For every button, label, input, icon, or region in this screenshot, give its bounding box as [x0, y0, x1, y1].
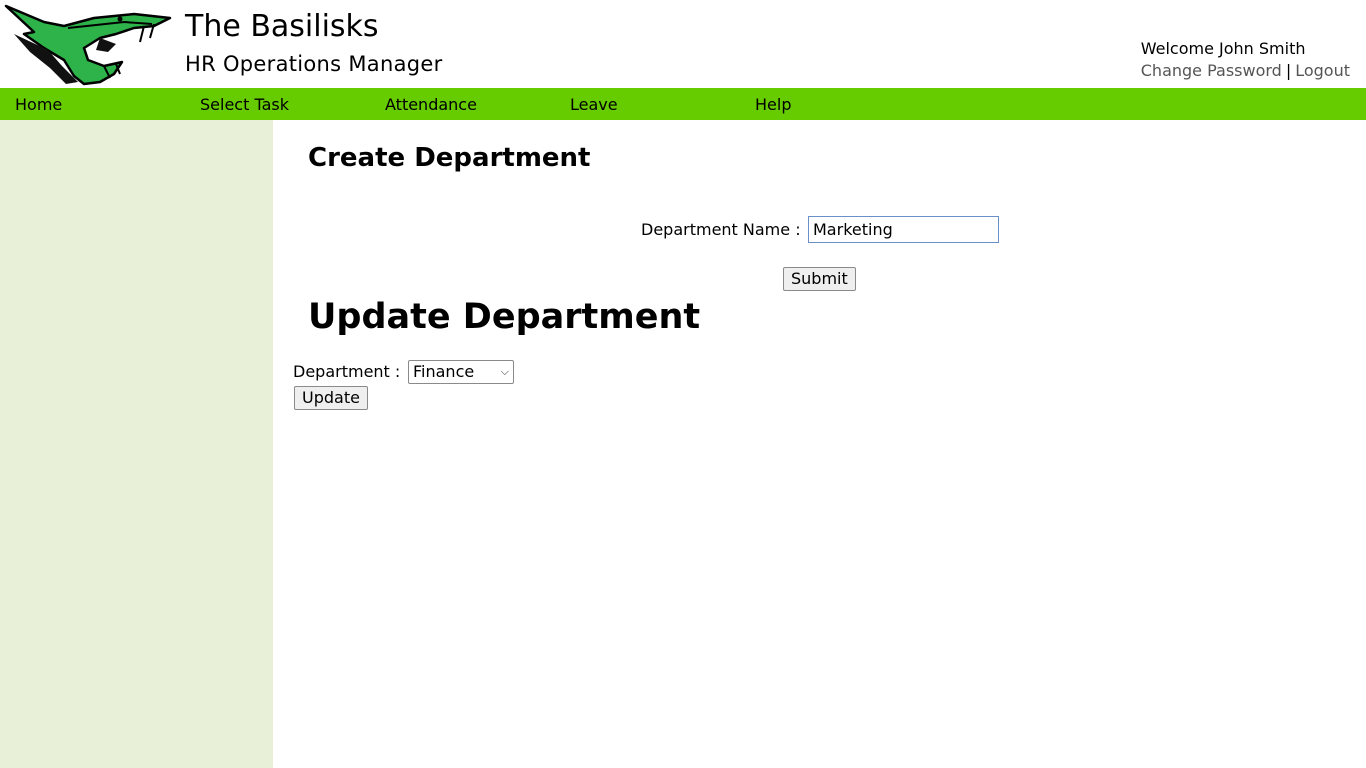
department-name-input[interactable]	[808, 216, 999, 243]
department-select-value: Finance	[413, 362, 475, 381]
chevron-down-icon: ⌵	[500, 365, 509, 378]
nav-item-home[interactable]: Home	[15, 88, 62, 120]
update-department-title: Update Department	[308, 297, 701, 337]
basilisk-logo-icon	[4, 4, 172, 86]
create-department-title: Create Department	[308, 143, 591, 173]
submit-button[interactable]: Submit	[783, 267, 856, 291]
header: The Basilisks HR Operations Manager Welc…	[0, 0, 1366, 88]
nav-item-leave[interactable]: Leave	[570, 88, 618, 120]
logout-link[interactable]: Logout	[1295, 61, 1350, 80]
update-button[interactable]: Update	[294, 386, 368, 410]
department-select[interactable]: Finance ⌵	[408, 360, 514, 384]
main-content: Create Department Department Name : Subm…	[273, 120, 1366, 768]
nav-item-help[interactable]: Help	[755, 88, 791, 120]
nav-item-attendance[interactable]: Attendance	[385, 88, 477, 120]
welcome-text: Welcome John Smith	[1140, 39, 1306, 58]
app-subtitle: HR Operations Manager	[185, 52, 443, 76]
user-box: Welcome John Smith Change Password | Logou…	[1141, 39, 1350, 82]
link-separator: |	[1285, 61, 1292, 80]
change-password-link[interactable]: Change Password	[1141, 61, 1282, 80]
nav-bar: Home Select Task Attendance Leave Help	[0, 88, 1366, 120]
department-name-label: Department Name :	[641, 220, 801, 239]
app-title: The Basilisks	[185, 9, 379, 44]
sidebar	[0, 120, 273, 768]
nav-item-select-task[interactable]: Select Task	[200, 88, 289, 120]
department-select-label: Department :	[293, 362, 401, 381]
user-links: Change Password | Logout	[1141, 60, 1350, 82]
